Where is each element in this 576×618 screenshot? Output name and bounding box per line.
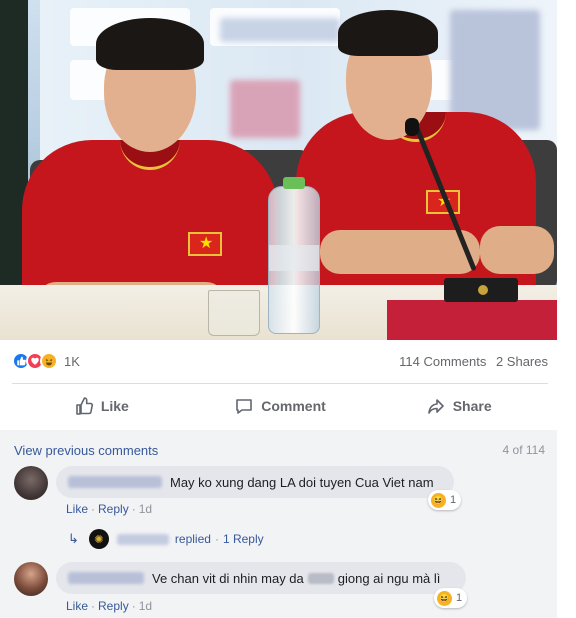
player-right-hair xyxy=(338,10,438,56)
thumbs-up-icon xyxy=(76,397,93,415)
replied-text: replied xyxy=(174,532,211,546)
comment-bubble: May ko xung dang LA doi tuyen Cua Viet n… xyxy=(56,466,454,498)
commenter-name[interactable] xyxy=(68,572,144,584)
tablecloth xyxy=(387,300,557,340)
comment-reply-link[interactable]: Reply xyxy=(98,599,129,613)
comment-like-link[interactable]: Like xyxy=(66,502,88,516)
replier-name[interactable] xyxy=(116,533,169,545)
player-left-hair xyxy=(96,18,204,70)
comment-text: Ve chan vit di nhin may da xyxy=(152,570,304,586)
comment-label: Comment xyxy=(261,398,326,414)
comment-bubble: Ve chan vit di nhin may da giong ai ngu … xyxy=(56,562,466,594)
like-label: Like xyxy=(100,398,129,414)
reaction-icons[interactable]: 1K xyxy=(12,352,80,370)
commenter-name[interactable] xyxy=(68,476,162,488)
comment-like-link[interactable]: Like xyxy=(66,599,88,613)
share-icon xyxy=(427,399,444,414)
post-actions: Like Comment Share xyxy=(12,390,548,422)
share-label: Share xyxy=(452,398,492,414)
player-right-hand xyxy=(480,226,554,274)
water-bottle xyxy=(268,177,320,334)
comment-text-continued: giong ai ngu mà lì xyxy=(337,570,441,586)
comment-reaction-badge[interactable]: 😆 1 xyxy=(428,490,462,510)
avatar[interactable]: ✺ xyxy=(88,529,109,549)
comment-reaction-badge[interactable]: 😆 1 xyxy=(434,588,468,608)
comments-section: View previous comments 4 of 114 May ko x… xyxy=(0,430,557,618)
post-photo[interactable]: ★ ★ xyxy=(0,0,557,340)
comment-timestamp[interactable]: 1d xyxy=(139,502,152,516)
comment-reaction-count: 1 xyxy=(456,592,463,604)
reaction-count[interactable]: 1K xyxy=(64,354,80,369)
comment-icon xyxy=(236,399,253,414)
shares-count[interactable]: 2 Shares xyxy=(496,354,548,369)
reply-arrow-icon: ↳ xyxy=(68,531,79,546)
comment-page-count: 4 of 114 xyxy=(502,443,545,457)
vietnam-flag-icon: ★ xyxy=(188,232,222,256)
engagement-counts: 114 Comments 2 Shares xyxy=(393,354,548,369)
glass xyxy=(208,290,260,336)
microphone-icon xyxy=(405,118,419,136)
haha-icon xyxy=(40,352,58,370)
reply-preview[interactable]: ↳ ✺ replied · 1 Reply xyxy=(68,529,264,549)
comment-timestamp[interactable]: 1d xyxy=(139,599,152,613)
comment-button[interactable]: Comment xyxy=(191,390,370,422)
player-right-arm xyxy=(320,230,480,274)
comment-meta: Like · Reply · 1d xyxy=(66,502,153,516)
comments-count[interactable]: 114 Comments xyxy=(399,354,486,369)
view-previous-comments-link[interactable]: View previous comments xyxy=(14,443,158,458)
reaction-summary: 1K 114 Comments 2 Shares xyxy=(12,352,548,372)
like-button[interactable]: Like xyxy=(12,390,191,422)
reply-count-link[interactable]: 1 Reply xyxy=(223,532,264,546)
comment-meta: Like · Reply · 1d xyxy=(66,599,153,613)
comment-reaction-count: 1 xyxy=(450,494,457,506)
censored-word xyxy=(307,572,334,584)
avatar[interactable] xyxy=(14,562,48,596)
share-button[interactable]: Share xyxy=(369,390,548,422)
haha-icon: 😆 xyxy=(437,590,452,606)
microphone-base xyxy=(444,278,518,302)
haha-icon: 😆 xyxy=(431,492,446,508)
avatar[interactable] xyxy=(14,466,48,500)
comment-reply-link[interactable]: Reply xyxy=(98,502,129,516)
divider xyxy=(12,383,548,384)
comment-text: May ko xung dang LA doi tuyen Cua Viet n… xyxy=(170,474,434,490)
